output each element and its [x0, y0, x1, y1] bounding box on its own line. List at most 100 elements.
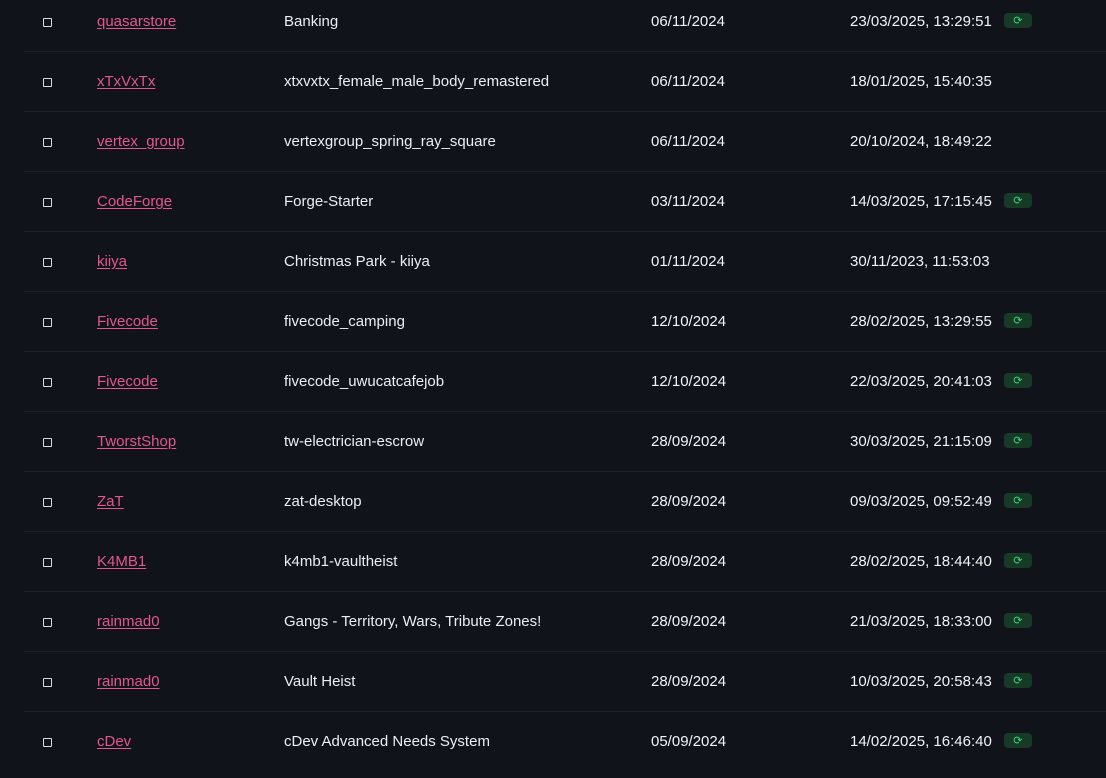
last-updated-cell: 10/03/2025, 20:58:43 ⟳	[850, 652, 1032, 712]
table-row: vertex_group vertexgroup_spring_ray_squar…	[0, 112, 1106, 172]
sync-icon[interactable]: ⟳	[1003, 373, 1032, 389]
author-link[interactable]: vertex_group	[97, 133, 185, 150]
sync-icon[interactable]: ⟳	[1003, 613, 1032, 629]
purchase-date: 12/10/2024	[651, 313, 727, 330]
row-select-checkbox[interactable]	[43, 18, 52, 27]
table-row: quasarstore Banking 06/11/2024 23/03/2025, …	[0, 0, 1106, 52]
purchase-date: 05/09/2024	[651, 733, 727, 750]
sync-icon[interactable]: ⟳	[1003, 673, 1032, 689]
resource-name: Gangs - Territory, Wars, Tribute Zones!	[284, 613, 542, 630]
last-updated-cell: 28/02/2025, 13:29:55 ⟳	[850, 292, 1032, 352]
sync-icon[interactable]: ⟳	[1003, 553, 1032, 569]
purchase-date: 03/11/2024	[651, 193, 725, 210]
row-select-checkbox[interactable]	[43, 558, 52, 567]
row-select-checkbox[interactable]	[43, 378, 52, 387]
author-cell: K4MB1	[97, 532, 146, 592]
table-row: rainmad0 Vault Heist 28/09/2024 10/03/2025,…	[0, 652, 1106, 712]
last-updated-timestamp: 30/11/2023, 11:53:03	[850, 253, 990, 270]
purchase-date: 06/11/2024	[651, 133, 725, 150]
last-updated-cell: 22/03/2025, 20:41:03 ⟳	[850, 352, 1032, 412]
purchase-date: 06/11/2024	[651, 13, 725, 30]
last-updated-timestamp: 14/02/2025, 16:46:40	[850, 733, 992, 750]
last-updated-cell: 09/03/2025, 09:52:49 ⟳	[850, 472, 1032, 532]
author-link[interactable]: TworstShop	[97, 433, 176, 450]
sync-icon[interactable]: ⟳	[1003, 193, 1032, 209]
last-updated-cell: 23/03/2025, 13:29:51 ⟳	[850, 0, 1032, 52]
purchase-date: 12/10/2024	[651, 373, 727, 390]
last-updated-timestamp: 28/02/2025, 13:29:55	[850, 313, 992, 330]
author-link[interactable]: CodeForge	[97, 193, 172, 210]
last-updated-timestamp: 14/03/2025, 17:15:45	[850, 193, 992, 210]
resource-name: fivecode_uwucatcafejob	[284, 373, 445, 390]
sync-icon[interactable]: ⟳	[1003, 733, 1032, 749]
author-cell: Fivecode	[97, 352, 158, 412]
row-select-checkbox[interactable]	[43, 678, 52, 687]
sync-icon[interactable]: ⟳	[1003, 313, 1032, 329]
last-updated-cell: 14/02/2025, 16:46:40 ⟳	[850, 712, 1032, 772]
last-updated-cell: 20/10/2024, 18:49:22	[850, 112, 992, 172]
author-cell: rainmad0	[97, 592, 160, 652]
select-cell	[43, 292, 55, 352]
sync-icon[interactable]: ⟳	[1003, 13, 1032, 29]
row-select-checkbox[interactable]	[43, 138, 52, 147]
last-updated-timestamp: 28/02/2025, 18:44:40	[850, 553, 992, 570]
author-cell: Fivecode	[97, 292, 158, 352]
resource-name: cDev Advanced Needs System	[284, 733, 490, 750]
table-row: CodeForge Forge-Starter 03/11/2024 14/03/20…	[0, 172, 1106, 232]
select-cell	[43, 232, 55, 292]
select-cell	[43, 412, 55, 472]
table-row: cDev cDev Advanced Needs System 05/09/2024…	[0, 712, 1106, 772]
resource-name: tw-electrician-escrow	[284, 433, 425, 450]
last-updated-cell: 21/03/2025, 18:33:00 ⟳	[850, 592, 1032, 652]
author-link[interactable]: Fivecode	[97, 373, 158, 390]
row-select-checkbox[interactable]	[43, 198, 52, 207]
select-cell	[43, 532, 55, 592]
last-updated-cell: 18/01/2025, 15:40:35	[850, 52, 992, 112]
row-select-checkbox[interactable]	[43, 318, 52, 327]
last-updated-cell: 30/03/2025, 21:15:09 ⟳	[850, 412, 1032, 472]
table-row: Fivecode fivecode_uwucatcafejob 12/10/2024…	[0, 352, 1106, 412]
author-link[interactable]: rainmad0	[97, 613, 160, 630]
row-select-checkbox[interactable]	[43, 258, 52, 267]
author-link[interactable]: cDev	[97, 733, 131, 750]
author-cell: xTxVxTx	[97, 52, 155, 112]
last-updated-timestamp: 09/03/2025, 09:52:49	[850, 493, 992, 510]
select-cell	[43, 592, 55, 652]
select-cell	[43, 112, 55, 172]
author-link[interactable]: ZaT	[97, 493, 124, 510]
select-cell	[43, 352, 55, 412]
row-select-checkbox[interactable]	[43, 498, 52, 507]
table-row: kiiya Christmas Park - kiiya 01/11/2024 30/…	[0, 232, 1106, 292]
author-link[interactable]: xTxVxTx	[97, 73, 155, 90]
last-updated-timestamp: 18/01/2025, 15:40:35	[850, 73, 992, 90]
last-updated-cell: 14/03/2025, 17:15:45 ⟳	[850, 172, 1032, 232]
author-link[interactable]: kiiya	[97, 253, 127, 270]
author-cell: TworstShop	[97, 412, 176, 472]
author-link[interactable]: quasarstore	[97, 13, 176, 30]
last-updated-timestamp: 22/03/2025, 20:41:03	[850, 373, 992, 390]
resource-name: Vault Heist	[284, 673, 356, 690]
sync-icon[interactable]: ⟳	[1003, 493, 1032, 509]
purchase-date: 06/11/2024	[651, 73, 725, 90]
author-link[interactable]: K4MB1	[97, 553, 146, 570]
row-select-checkbox[interactable]	[43, 78, 52, 87]
resources-table: quasarstore Banking 06/11/2024 23/03/2025, …	[0, 0, 1106, 772]
purchase-date: 28/09/2024	[651, 673, 727, 690]
resource-name: fivecode_camping	[284, 313, 405, 330]
select-cell	[43, 652, 55, 712]
row-select-checkbox[interactable]	[43, 618, 52, 627]
last-updated-cell: 30/11/2023, 11:53:03	[850, 232, 990, 292]
row-select-checkbox[interactable]	[43, 438, 52, 447]
last-updated-timestamp: 20/10/2024, 18:49:22	[850, 133, 992, 150]
author-link[interactable]: Fivecode	[97, 313, 158, 330]
author-link[interactable]: rainmad0	[97, 673, 160, 690]
author-cell: quasarstore	[97, 0, 176, 52]
author-cell: kiiya	[97, 232, 127, 292]
purchase-date: 28/09/2024	[651, 613, 727, 630]
author-cell: CodeForge	[97, 172, 172, 232]
sync-icon[interactable]: ⟳	[1003, 433, 1032, 449]
row-select-checkbox[interactable]	[43, 738, 52, 747]
resource-name: Forge-Starter	[284, 193, 374, 210]
table-row: Fivecode fivecode_camping 12/10/2024 28/02/…	[0, 292, 1106, 352]
resource-name: zat-desktop	[284, 493, 362, 510]
